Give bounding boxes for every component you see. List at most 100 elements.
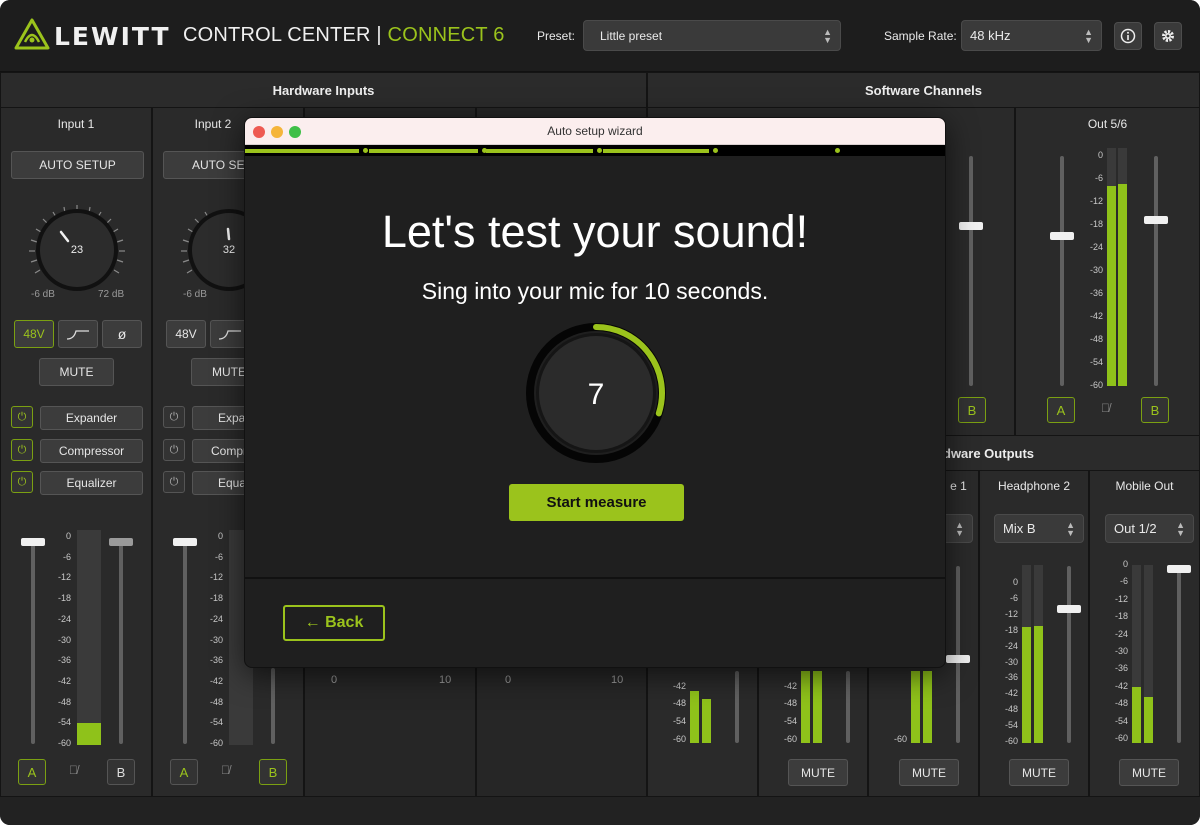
headphone-2-mute-button[interactable]: MUTE bbox=[1009, 759, 1069, 786]
highpass-filter-icon bbox=[66, 330, 89, 340]
wizard-divider bbox=[245, 577, 945, 579]
headphone-2-fader-thumb[interactable] bbox=[1057, 605, 1081, 613]
info-button[interactable] bbox=[1114, 22, 1142, 50]
samplerate-label: Sample Rate: bbox=[884, 29, 957, 43]
input-1-fader-b-thumb[interactable] bbox=[109, 538, 133, 546]
meter-tick-label: 0 bbox=[1012, 577, 1018, 587]
input-1-compressor-button[interactable]: Compressor bbox=[40, 439, 143, 463]
wizard-step-segment bbox=[245, 149, 359, 153]
input-1-bus-a[interactable]: A bbox=[18, 759, 46, 785]
out-5-6-bus-a[interactable]: A bbox=[1047, 397, 1075, 423]
link-off-icon[interactable]: ⛓̸ bbox=[1101, 401, 1110, 415]
auto-setup-wizard-dialog: Auto setup wizard Let's test your sound!… bbox=[244, 117, 946, 668]
link-off-icon[interactable]: ⛓̸ bbox=[69, 763, 78, 777]
input-2-fader-track-b[interactable] bbox=[271, 668, 275, 744]
samplerate-value: 48 kHz bbox=[970, 28, 1011, 43]
input-2-phantom-button[interactable]: 48V bbox=[166, 320, 206, 348]
out-5-6-fader-a-thumb[interactable] bbox=[1050, 232, 1074, 240]
input-1-equalizer-button[interactable]: Equalizer bbox=[40, 471, 143, 495]
input-1-phase-button[interactable]: ø bbox=[102, 320, 142, 348]
preset-value: Little preset bbox=[600, 28, 663, 43]
output-2-mute-button[interactable]: MUTE bbox=[788, 759, 848, 786]
input-1-fader-track-b[interactable] bbox=[119, 538, 123, 744]
headphone-1-mute-button[interactable]: MUTE bbox=[899, 759, 959, 786]
input-1-bus-b[interactable]: B bbox=[107, 759, 135, 785]
out-5-6-fader-b-track[interactable] bbox=[1154, 156, 1158, 386]
out-5-6-fader-a-track[interactable] bbox=[1060, 156, 1064, 386]
meter-scale: -42 -48 -54 -60 bbox=[672, 681, 686, 744]
headphone-1-fader-thumb[interactable] bbox=[946, 655, 970, 663]
output-1-fader-track[interactable] bbox=[735, 671, 739, 743]
wizard-step-progress bbox=[245, 145, 945, 156]
headphone-2-source-select[interactable]: Mix B ▲ ▼ bbox=[994, 514, 1084, 543]
knob-min-label: 0 bbox=[331, 674, 338, 686]
input-2-bus-a[interactable]: A bbox=[170, 759, 198, 785]
settings-button[interactable] bbox=[1154, 22, 1182, 50]
meter-tick-label: -24 bbox=[1004, 640, 1018, 651]
headphone-2-fader-track[interactable] bbox=[1067, 566, 1071, 743]
meter-tick-label: -48 bbox=[1089, 334, 1103, 344]
input-2-fader-a-thumb[interactable] bbox=[173, 538, 197, 546]
input-1-fader-track-a[interactable] bbox=[31, 538, 35, 744]
mobile-out-source-select[interactable]: Out 1/2 ▲ ▼ bbox=[1105, 514, 1194, 543]
meter-tick-label: -6 bbox=[1119, 576, 1128, 587]
meter-scale: 0 -6 -12 -18 -24 -30 -36 -42 -48 -54 -60 bbox=[1100, 559, 1128, 744]
back-button[interactable]: ← Back bbox=[283, 605, 385, 641]
compressor-power-icon[interactable]: ⏻ bbox=[11, 439, 33, 461]
meter-scale: 0 -6 -12 -18 -24 -30 -36 -42 -48 -54 -60 bbox=[1075, 150, 1103, 390]
software-fader-thumb[interactable] bbox=[959, 222, 983, 230]
meter-tick-label: -6 bbox=[1094, 173, 1103, 183]
expander-power-icon[interactable]: ⏻ bbox=[163, 406, 185, 428]
highpass-filter-icon bbox=[218, 330, 241, 340]
wizard-step-segment bbox=[486, 149, 593, 153]
input-1-phantom-button[interactable]: 48V bbox=[14, 320, 54, 348]
input-1-highpass-button[interactable] bbox=[58, 320, 98, 348]
meter-tick-label: -54 bbox=[209, 717, 223, 728]
input-1-expander-button[interactable]: Expander bbox=[40, 406, 143, 430]
out-5-6-meter-r-fill bbox=[1118, 184, 1127, 386]
mobile-out-meter-r-fill bbox=[1144, 697, 1153, 743]
output-2-fader-track[interactable] bbox=[846, 671, 850, 743]
preset-label: Preset: bbox=[537, 29, 576, 43]
meter-tick-label: -48 bbox=[1114, 698, 1128, 709]
meter-tick-label: -42 bbox=[57, 675, 71, 686]
out-5-6-fader-b-thumb[interactable] bbox=[1144, 216, 1168, 224]
input-1-fader-a-thumb[interactable] bbox=[21, 538, 45, 546]
start-measure-button[interactable]: Start measure bbox=[509, 484, 684, 521]
wizard-step-dot bbox=[597, 148, 602, 153]
preset-select[interactable]: Little preset ▲ ▼ bbox=[583, 20, 841, 51]
samplerate-select[interactable]: 48 kHz ▲ ▼ bbox=[961, 20, 1102, 51]
meter-tick-label: -42 bbox=[1114, 680, 1128, 691]
input-2-gain-min: -6 dB bbox=[183, 289, 207, 300]
wizard-step-dot bbox=[713, 148, 718, 153]
input-2-bus-b[interactable]: B bbox=[259, 759, 287, 785]
link-off-icon[interactable]: ⛓̸ bbox=[221, 763, 230, 777]
wizard-instruction: Sing into your mic for 10 seconds. bbox=[421, 278, 769, 304]
input-1-auto-setup-button[interactable]: AUTO SETUP bbox=[11, 151, 144, 179]
meter-tick-label: -18 bbox=[1114, 611, 1128, 622]
mobile-out-mute-button[interactable]: MUTE bbox=[1119, 759, 1179, 786]
meter-tick-label: -24 bbox=[209, 613, 223, 624]
out-5-6-bus-b[interactable]: B bbox=[1141, 397, 1169, 423]
wizard-step-segment bbox=[369, 149, 478, 153]
meter-tick-label: -36 bbox=[1089, 288, 1103, 298]
equalizer-power-icon[interactable]: ⏻ bbox=[163, 471, 185, 493]
meter-tick-label: -12 bbox=[1114, 593, 1128, 604]
equalizer-power-icon[interactable]: ⏻ bbox=[11, 471, 33, 493]
expander-power-icon[interactable]: ⏻ bbox=[11, 406, 33, 428]
wizard-headline: Let's test your sound! bbox=[381, 206, 809, 257]
meter-tick-label: -48 bbox=[1004, 704, 1018, 715]
mobile-out-fader-track[interactable] bbox=[1177, 566, 1181, 743]
output-2-meter-r-fill bbox=[813, 671, 822, 743]
software-bus-b[interactable]: B bbox=[958, 397, 986, 423]
meter-scale: -60 bbox=[893, 734, 907, 744]
countdown-value: 7 bbox=[588, 378, 605, 411]
input-2-fader-track-a[interactable] bbox=[183, 538, 187, 744]
mobile-out-fader-thumb[interactable] bbox=[1167, 565, 1191, 573]
input-1-mute-button[interactable]: MUTE bbox=[39, 358, 114, 386]
software-fader-track[interactable] bbox=[969, 156, 973, 386]
meter-tick-label: -6 bbox=[214, 551, 223, 562]
output-1-meter-l-fill bbox=[690, 691, 699, 743]
compressor-power-icon[interactable]: ⏻ bbox=[163, 439, 185, 461]
wizard-step-dot bbox=[363, 148, 368, 153]
